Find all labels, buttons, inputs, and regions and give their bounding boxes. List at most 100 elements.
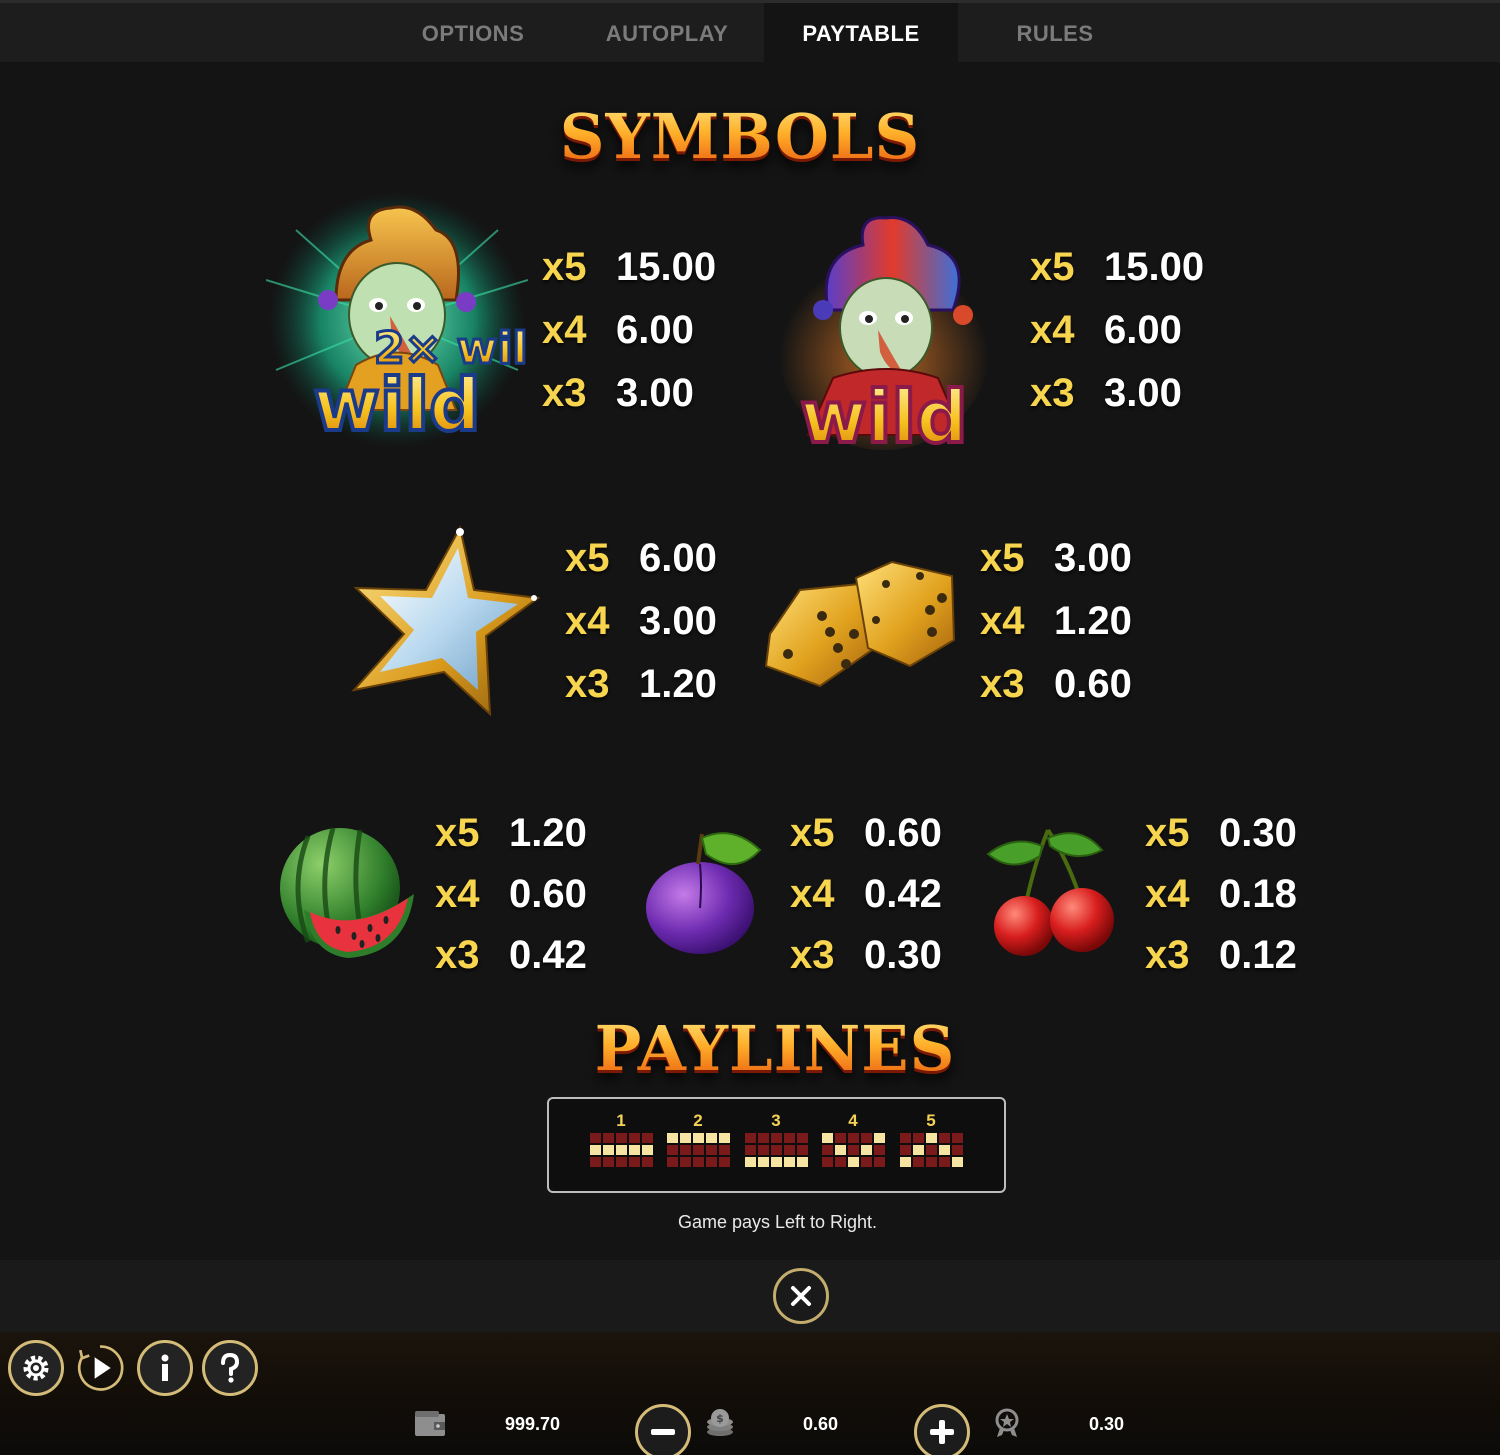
payline-cell	[745, 1133, 756, 1143]
payline-cell	[952, 1157, 963, 1167]
tab-paytable[interactable]: PAYTABLE	[764, 3, 958, 65]
payline-cell	[822, 1157, 833, 1167]
payline-cell	[616, 1145, 627, 1155]
payline-cell	[745, 1157, 756, 1167]
payline-cell	[667, 1145, 678, 1155]
balance-value: 999.70	[505, 1414, 561, 1434]
payline-cell	[616, 1133, 627, 1143]
payline-cell	[913, 1133, 924, 1143]
wild-word: wild	[800, 375, 967, 455]
tab-autoplay[interactable]: AUTOPLAY	[570, 3, 764, 65]
tab-options[interactable]: OPTIONS	[376, 3, 570, 65]
cherry-paytable: x5 0.30 x4 0.18 x3 0.12	[1145, 811, 1297, 977]
payline-cell	[693, 1133, 704, 1143]
dice-icon	[760, 554, 960, 699]
payline-cell	[706, 1133, 717, 1143]
info-button[interactable]	[137, 1340, 193, 1396]
payline-cell	[667, 1133, 678, 1143]
payline-cell	[590, 1133, 601, 1143]
bet-decrease-button[interactable]	[635, 1404, 691, 1455]
win-value: 0.30	[1089, 1414, 1125, 1434]
payline-cell	[952, 1133, 963, 1143]
cherry-icon	[984, 824, 1120, 961]
payline-cell	[797, 1133, 808, 1143]
payline-5: 5	[898, 1109, 964, 1167]
payline-cell	[771, 1157, 782, 1167]
svg-text:$: $	[716, 1412, 724, 1425]
pays-direction-note: Game pays Left to Right.	[677, 1212, 878, 1232]
payline-cell	[861, 1133, 872, 1143]
payline-cell	[642, 1157, 653, 1167]
payline-cell	[758, 1145, 769, 1155]
payline-cell	[913, 1157, 924, 1167]
payline-cell	[706, 1145, 717, 1155]
minus-icon	[651, 1429, 675, 1435]
dice-paytable: x5 3.00 x4 1.20 x3 0.60	[980, 536, 1132, 706]
payline-cell	[784, 1157, 795, 1167]
payline-cell	[784, 1145, 795, 1155]
star-paytable: x5 6.00 x4 3.00 x3 1.20	[565, 536, 717, 706]
coins-icon: $	[707, 1409, 733, 1436]
autoplay-button[interactable]	[72, 1340, 128, 1396]
close-bar	[0, 1260, 1500, 1332]
payline-cell	[590, 1145, 601, 1155]
payline-cell	[913, 1145, 924, 1155]
help-button[interactable]	[202, 1340, 258, 1396]
info-icon	[161, 1354, 169, 1381]
payline-cell	[642, 1145, 653, 1155]
payline-1: 1	[588, 1109, 654, 1167]
tab-rules[interactable]: RULES	[958, 3, 1152, 65]
payline-cell	[771, 1133, 782, 1143]
payline-cell	[693, 1157, 704, 1167]
payline-cell	[848, 1133, 859, 1143]
question-icon	[221, 1352, 240, 1383]
payline-cell	[835, 1145, 846, 1155]
plum-icon	[642, 824, 766, 961]
payline-cell	[926, 1157, 937, 1167]
payline-cell	[874, 1133, 885, 1143]
payline-cell	[590, 1157, 601, 1167]
payline-cell	[680, 1133, 691, 1143]
payline-cell	[822, 1133, 833, 1143]
payline-cell	[667, 1157, 678, 1167]
payline-cell	[822, 1145, 833, 1155]
payline-cell	[693, 1145, 704, 1155]
paylines-box: 1 2 3 4 5	[547, 1097, 1006, 1193]
close-button[interactable]	[773, 1268, 829, 1324]
payline-cell	[900, 1133, 911, 1143]
double-wild-paytable: x5 15.00 x4 6.00 x3 3.00	[542, 245, 717, 415]
payline-cell	[784, 1133, 795, 1143]
bet-increase-button[interactable]	[914, 1404, 970, 1455]
payline-cell	[719, 1145, 730, 1155]
payline-3: 3	[743, 1109, 809, 1167]
payline-cell	[680, 1145, 691, 1155]
payline-cell	[797, 1145, 808, 1155]
double-wild-word: wild	[313, 363, 480, 447]
payline-cell	[758, 1133, 769, 1143]
close-icon	[791, 1286, 811, 1306]
gear-icon	[23, 1355, 49, 1381]
payline-cell	[952, 1145, 963, 1155]
payline-2: 2	[665, 1109, 731, 1167]
tab-bar: OPTIONS AUTOPLAY PAYTABLE RULES	[0, 0, 1500, 65]
payline-cell	[680, 1157, 691, 1167]
payline-cell	[861, 1145, 872, 1155]
payline-cell	[939, 1133, 950, 1143]
payline-cell	[900, 1145, 911, 1155]
payline-cell	[874, 1157, 885, 1167]
plus-icon	[930, 1420, 954, 1444]
payline-cell	[771, 1145, 782, 1155]
double-wild-jester-icon: 2× wild wild	[265, 190, 561, 457]
wild-jester-icon: wild	[778, 210, 990, 461]
payline-cell	[848, 1157, 859, 1167]
settings-button[interactable]	[8, 1340, 64, 1396]
payline-cell	[900, 1157, 911, 1167]
award-icon	[995, 1408, 1019, 1437]
bet-value: 0.60	[803, 1414, 839, 1434]
payline-cell	[616, 1157, 627, 1167]
payline-cell	[939, 1145, 950, 1155]
watermelon-paytable: x5 1.20 x4 0.60 x3 0.42	[435, 811, 587, 977]
payline-cell	[939, 1157, 950, 1167]
payline-cell	[758, 1157, 769, 1167]
symbols-title: SYMBOLS	[500, 100, 980, 173]
